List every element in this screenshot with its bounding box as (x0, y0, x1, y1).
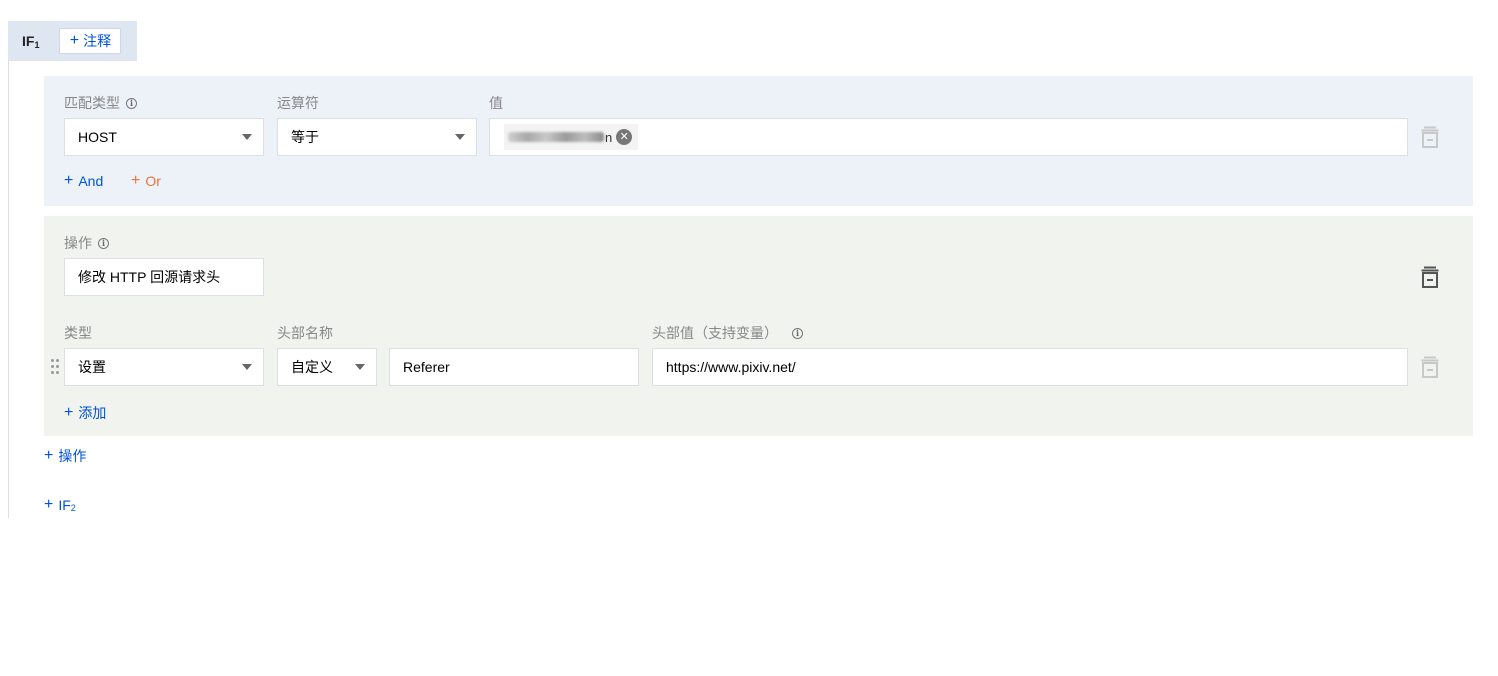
if-tree-line (8, 61, 9, 518)
operation-value: 修改 HTTP 回源请求头 (78, 269, 221, 285)
operation-select[interactable]: 修改 HTTP 回源请求头 (64, 258, 264, 296)
match-type-label-text: 匹配类型 (64, 95, 120, 111)
rule-editor: IF1 + 注释 匹配类型 i 运算符 值 HOST 等于 n ✕ + And … (0, 0, 1498, 676)
add-header-link[interactable]: + 添加 (64, 403, 106, 423)
delete-action-icon[interactable] (1421, 266, 1439, 288)
add-or-link[interactable]: + Or (131, 172, 161, 190)
caret-down-icon (242, 134, 252, 140)
if-label-text: IF (22, 33, 35, 49)
add-if-index: 2 (70, 503, 76, 513)
match-type-value: HOST (78, 129, 117, 145)
operator-label: 运算符 (277, 95, 319, 111)
header-value-label-text: 头部值（支持变量） (652, 325, 778, 341)
if-index: 1 (34, 40, 40, 50)
add-note-label: 注释 (83, 33, 112, 49)
add-if-link[interactable]: + IF 2 (44, 496, 76, 514)
match-type-select[interactable]: HOST (64, 118, 264, 156)
add-or-label: Or (145, 173, 161, 189)
plus-icon: + (64, 172, 74, 189)
header-value-input[interactable]: https://www.pixiv.net/ (652, 348, 1408, 386)
tag-close-icon[interactable]: ✕ (616, 129, 633, 145)
add-header-label: 添加 (78, 405, 107, 421)
caret-down-icon (355, 364, 365, 370)
if-header: IF1 + 注释 (8, 21, 137, 61)
type-select[interactable]: 设置 (64, 348, 264, 386)
condition-block: 匹配类型 i 运算符 值 HOST 等于 n ✕ + And + Or (44, 76, 1473, 206)
header-value-value: https://www.pixiv.net/ (666, 359, 796, 375)
plus-icon: + (44, 447, 54, 464)
if-label: IF1 (22, 33, 40, 50)
info-icon[interactable]: i (126, 97, 137, 109)
add-and-link[interactable]: + And (64, 172, 104, 190)
header-name-value: Referer (403, 359, 450, 375)
operation-label: 操作 i (64, 233, 109, 253)
header-name-mode-value: 自定义 (291, 359, 333, 375)
value-tag-input[interactable]: n ✕ (489, 118, 1408, 156)
header-name-label: 头部名称 (277, 325, 333, 341)
operation-label-text: 操作 (64, 235, 92, 251)
action-block: 操作 i 修改 HTTP 回源请求头 类型 头部名称 头部值（支持变量） i 设… (44, 216, 1473, 436)
plus-icon: + (69, 32, 80, 49)
header-name-mode-select[interactable]: 自定义 (277, 348, 377, 386)
value-label: 值 (489, 95, 503, 111)
operator-select[interactable]: 等于 (277, 118, 477, 156)
redacted-value (508, 132, 604, 142)
delete-condition-icon[interactable] (1421, 126, 1439, 148)
caret-down-icon (455, 134, 465, 140)
header-value-label: 头部值（支持变量） i (652, 323, 803, 343)
info-icon[interactable]: i (792, 327, 803, 339)
add-and-label: And (78, 173, 104, 189)
delete-header-icon[interactable] (1421, 356, 1439, 378)
type-label: 类型 (64, 325, 92, 341)
add-if-label: IF (58, 497, 71, 513)
add-note-button[interactable]: + 注释 (59, 28, 122, 54)
match-type-label: 匹配类型 i (64, 93, 137, 113)
info-icon[interactable]: i (98, 237, 109, 249)
add-operation-link[interactable]: + 操作 (44, 446, 86, 466)
plus-icon: + (64, 404, 74, 421)
add-operation-label: 操作 (58, 448, 87, 464)
type-value: 设置 (78, 359, 106, 375)
plus-icon: + (131, 172, 141, 189)
value-tag: n ✕ (504, 124, 638, 150)
value-tag-tail: n (605, 129, 613, 145)
plus-icon: + (44, 496, 54, 513)
header-name-input[interactable]: Referer (389, 348, 639, 386)
operator-value: 等于 (291, 129, 319, 145)
caret-down-icon (242, 364, 252, 370)
drag-handle-icon[interactable] (51, 359, 59, 375)
